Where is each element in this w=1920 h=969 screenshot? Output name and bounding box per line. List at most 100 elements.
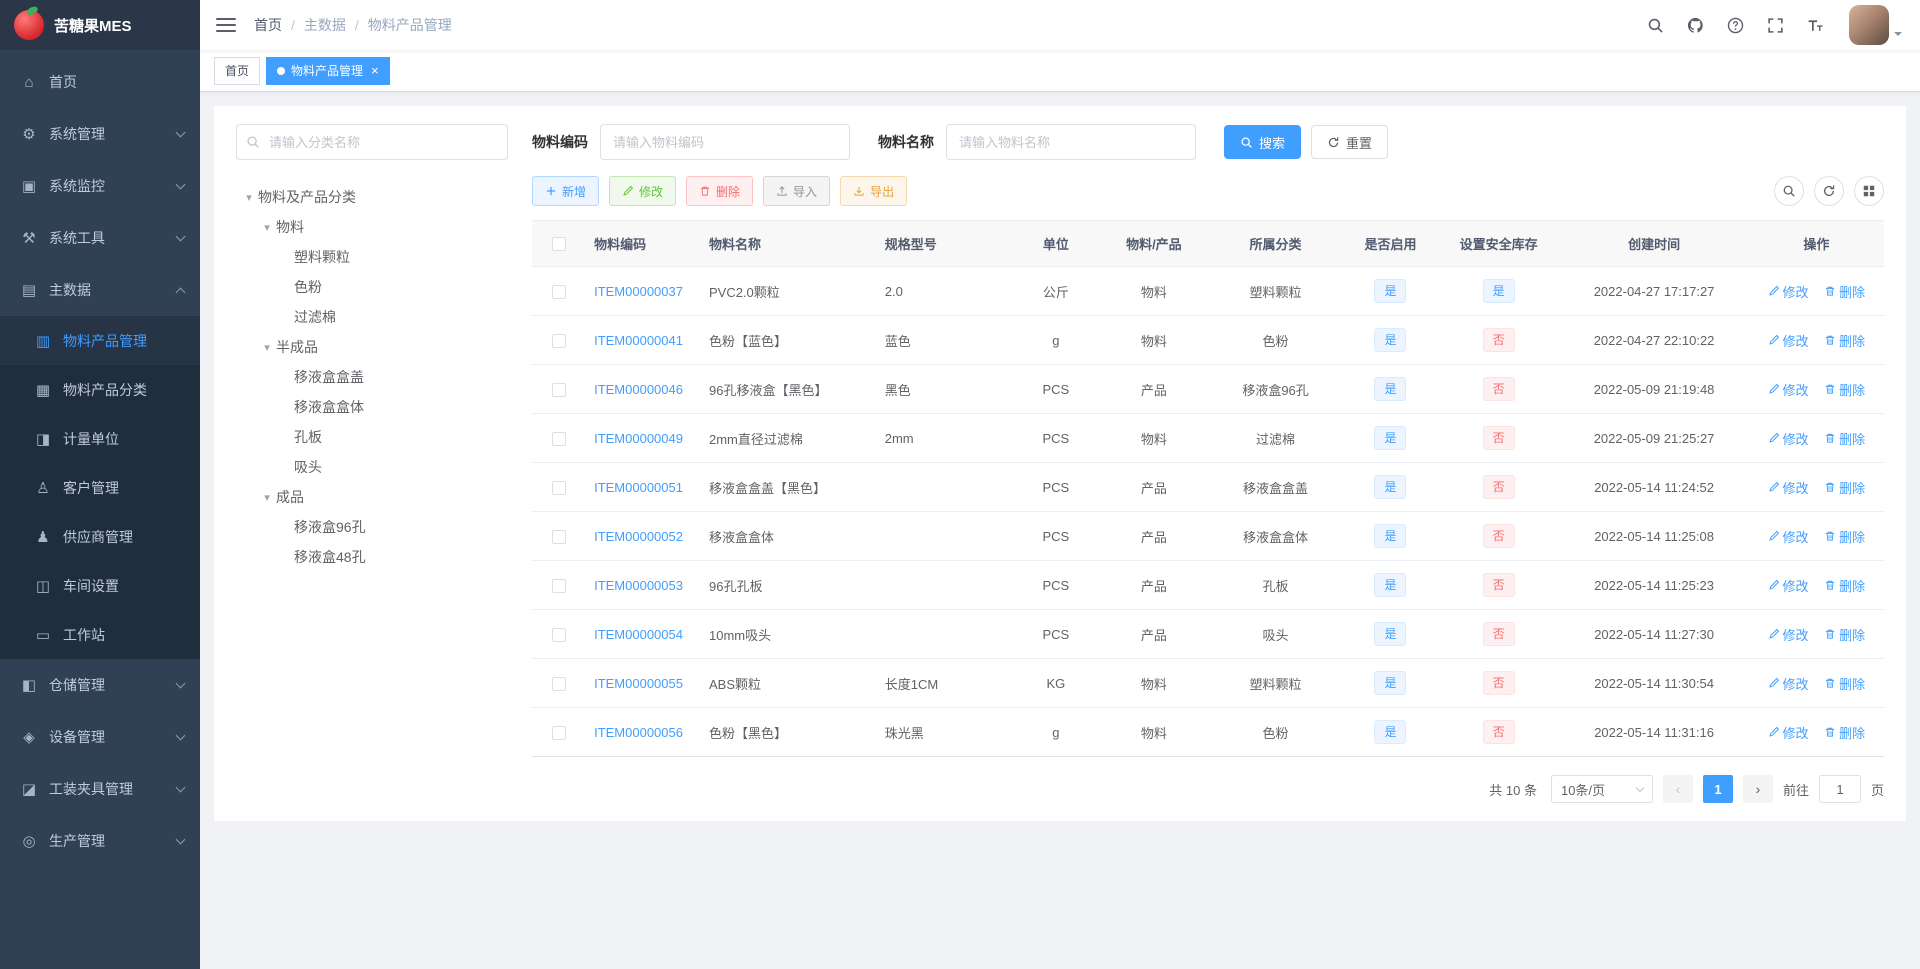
- table-row[interactable]: ITEM00000051 移液盒盒盖【黑色】 PCS 产品 移液盒盒盖 是 否 …: [532, 462, 1884, 512]
- edit-row-link[interactable]: 修改: [1768, 429, 1809, 448]
- table-row[interactable]: ITEM00000052 移液盒盒体 PCS 产品 移液盒盒体 是 否 2022…: [532, 511, 1884, 561]
- delete-row-link[interactable]: 删除: [1824, 282, 1865, 301]
- hamburger-icon[interactable]: [216, 18, 236, 32]
- material-code-input[interactable]: [600, 124, 850, 160]
- tree-node[interactable]: ▾ 半成品: [236, 332, 508, 362]
- tree-node[interactable]: ▾ 物料及产品分类: [236, 182, 508, 212]
- refresh-table-button[interactable]: [1814, 176, 1844, 206]
- prev-page-button[interactable]: ‹: [1662, 775, 1693, 803]
- sidebar-item-system-monitor[interactable]: ▣ 系统监控: [0, 160, 200, 212]
- table-row[interactable]: ITEM00000055 ABS颗粒 长度1CM KG 物料 塑料颗粒 是 否 …: [532, 658, 1884, 708]
- delete-row-link[interactable]: 删除: [1824, 527, 1865, 546]
- delete-row-link[interactable]: 删除: [1824, 576, 1865, 595]
- import-button[interactable]: 导入: [763, 176, 831, 206]
- select-all-checkbox[interactable]: [552, 237, 567, 252]
- help-icon[interactable]: [1725, 15, 1745, 35]
- row-checkbox[interactable]: [552, 382, 567, 397]
- row-checkbox[interactable]: [552, 431, 567, 446]
- edit-button[interactable]: 修改: [609, 176, 677, 206]
- table-row[interactable]: ITEM00000049 2mm直径过滤棉 2mm PCS 物料 过滤棉 是 否…: [532, 413, 1884, 463]
- tree-node[interactable]: 色粉: [236, 272, 508, 302]
- tree-node[interactable]: 移液盒48孔: [236, 542, 508, 572]
- tab-2[interactable]: 物料产品管理 ×: [266, 56, 390, 85]
- page-number-1[interactable]: 1: [1702, 775, 1733, 803]
- goto-page-input[interactable]: [1818, 775, 1861, 803]
- edit-row-link[interactable]: 修改: [1768, 380, 1809, 399]
- row-checkbox[interactable]: [552, 333, 567, 348]
- row-checkbox[interactable]: [552, 529, 567, 544]
- font-size-icon[interactable]: [1805, 15, 1825, 35]
- sidebar-item-warehouse-mgmt[interactable]: ◧ 仓储管理: [0, 659, 200, 711]
- table-row[interactable]: ITEM00000053 96孔孔板 PCS 产品 孔板 是 否 2022-05…: [532, 560, 1884, 610]
- tree-node[interactable]: 吸头: [236, 452, 508, 482]
- breadcrumb-item[interactable]: 主数据: [304, 15, 346, 35]
- sidebar-item-equipment-mgmt[interactable]: ◈ 设备管理: [0, 711, 200, 763]
- fullscreen-icon[interactable]: [1765, 15, 1785, 35]
- next-page-button[interactable]: ›: [1742, 775, 1773, 803]
- edit-row-link[interactable]: 修改: [1768, 478, 1809, 497]
- edit-row-link[interactable]: 修改: [1768, 723, 1809, 742]
- table-row[interactable]: ITEM00000041 色粉【蓝色】 蓝色 g 物料 色粉 是 否 2022-…: [532, 315, 1884, 365]
- sidebar-item-workstation[interactable]: ▭ 工作站: [0, 610, 200, 659]
- row-checkbox[interactable]: [552, 676, 567, 691]
- breadcrumb-item[interactable]: 首页: [254, 15, 282, 35]
- edit-row-link[interactable]: 修改: [1768, 625, 1809, 644]
- sidebar-item-material-product-mgmt[interactable]: ▥ 物料产品管理: [0, 316, 200, 365]
- tree-node[interactable]: 过滤棉: [236, 302, 508, 332]
- search-icon[interactable]: [1645, 15, 1665, 35]
- category-search-input[interactable]: [236, 124, 508, 160]
- delete-row-link[interactable]: 删除: [1824, 331, 1865, 350]
- delete-button[interactable]: 删除: [686, 176, 754, 206]
- app-logo[interactable]: 苦糖果MES: [0, 0, 200, 50]
- sidebar-item-system-tools[interactable]: ⚒ 系统工具: [0, 212, 200, 264]
- sidebar-item-fixture-mgmt[interactable]: ◪ 工装夹具管理: [0, 763, 200, 815]
- row-checkbox[interactable]: [552, 725, 567, 740]
- user-menu[interactable]: [1849, 5, 1902, 45]
- sidebar-item-customer-mgmt[interactable]: ♙ 客户管理: [0, 463, 200, 512]
- sidebar-item-master-data[interactable]: ▤ 主数据: [0, 264, 200, 316]
- tab-1[interactable]: 首页: [214, 56, 261, 85]
- material-name-input[interactable]: [946, 124, 1196, 160]
- row-checkbox[interactable]: [552, 627, 567, 642]
- add-button[interactable]: 新增: [532, 176, 600, 206]
- sidebar-item-home[interactable]: ⌂ 首页: [0, 56, 200, 108]
- github-icon[interactable]: [1685, 15, 1705, 35]
- delete-row-link[interactable]: 删除: [1824, 674, 1865, 693]
- edit-row-link[interactable]: 修改: [1768, 282, 1809, 301]
- delete-row-link[interactable]: 删除: [1824, 380, 1865, 399]
- toggle-search-button[interactable]: [1774, 176, 1804, 206]
- row-checkbox[interactable]: [552, 578, 567, 593]
- column-settings-button[interactable]: [1854, 176, 1884, 206]
- sidebar-item-production-mgmt[interactable]: ◎ 生产管理: [0, 815, 200, 867]
- tree-node[interactable]: 孔板: [236, 422, 508, 452]
- edit-row-link[interactable]: 修改: [1768, 674, 1809, 693]
- page-size-select[interactable]: 10条/页: [1550, 775, 1653, 803]
- row-checkbox[interactable]: [552, 284, 567, 299]
- reset-button[interactable]: 重置: [1311, 125, 1389, 159]
- delete-row-link[interactable]: 删除: [1824, 625, 1865, 644]
- edit-row-link[interactable]: 修改: [1768, 576, 1809, 595]
- sidebar-item-system-admin[interactable]: ⚙ 系统管理: [0, 108, 200, 160]
- search-button[interactable]: 搜索: [1224, 125, 1302, 159]
- tree-node[interactable]: ▾ 物料: [236, 212, 508, 242]
- tab-close-icon[interactable]: ×: [371, 64, 379, 77]
- table-row[interactable]: ITEM00000046 96孔移液盒【黑色】 黑色 PCS 产品 移液盒96孔…: [532, 364, 1884, 414]
- edit-row-link[interactable]: 修改: [1768, 527, 1809, 546]
- sidebar-item-supplier-mgmt[interactable]: ♟ 供应商管理: [0, 512, 200, 561]
- tree-node[interactable]: 移液盒盒盖: [236, 362, 508, 392]
- row-checkbox[interactable]: [552, 480, 567, 495]
- delete-row-link[interactable]: 删除: [1824, 478, 1865, 497]
- edit-row-link[interactable]: 修改: [1768, 331, 1809, 350]
- tree-node[interactable]: 塑料颗粒: [236, 242, 508, 272]
- sidebar-item-material-product-category[interactable]: ▦ 物料产品分类: [0, 365, 200, 414]
- table-row[interactable]: ITEM00000056 色粉【黑色】 珠光黑 g 物料 色粉 是 否 2022…: [532, 707, 1884, 757]
- table-row[interactable]: ITEM00000054 10mm吸头 PCS 产品 吸头 是 否 2022-0…: [532, 609, 1884, 659]
- tree-node[interactable]: ▾ 成品: [236, 482, 508, 512]
- table-row[interactable]: ITEM00000037 PVC2.0颗粒 2.0 公斤 物料 塑料颗粒 是 是…: [532, 266, 1884, 316]
- sidebar-item-workshop-settings[interactable]: ◫ 车间设置: [0, 561, 200, 610]
- export-button[interactable]: 导出: [840, 176, 908, 206]
- delete-row-link[interactable]: 删除: [1824, 723, 1865, 742]
- sidebar-item-unit-of-measure[interactable]: ◨ 计量单位: [0, 414, 200, 463]
- tree-node[interactable]: 移液盒96孔: [236, 512, 508, 542]
- delete-row-link[interactable]: 删除: [1824, 429, 1865, 448]
